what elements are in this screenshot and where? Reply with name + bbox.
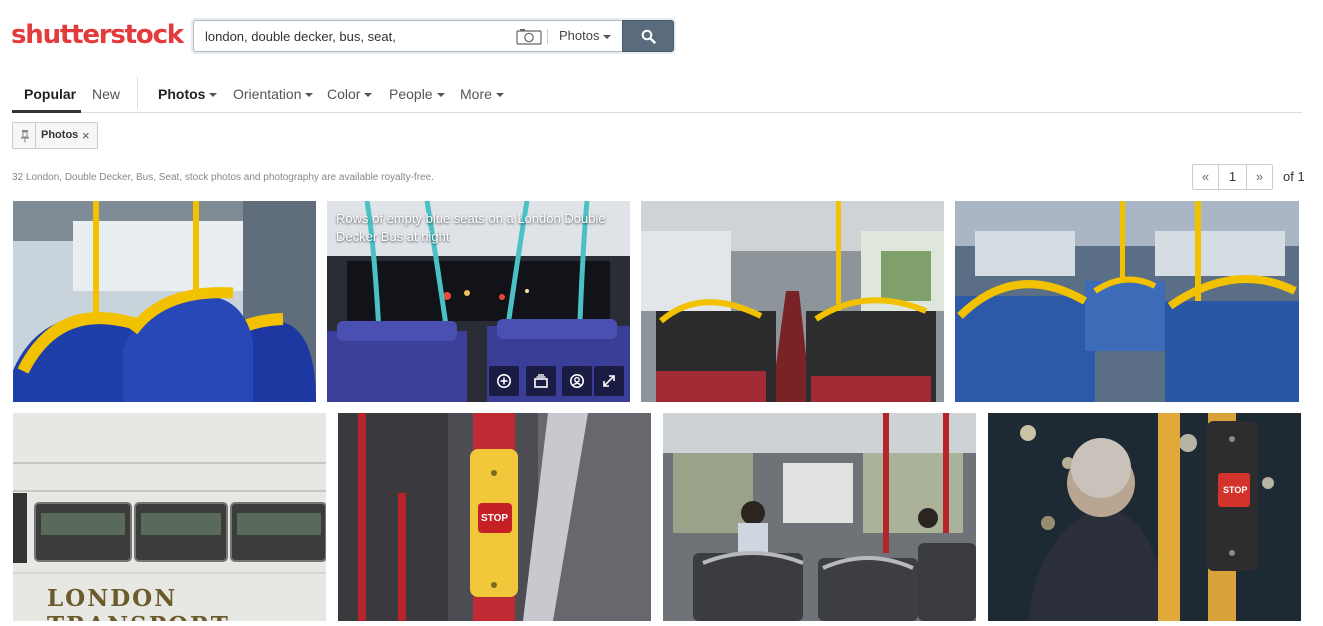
filter-color-label: Color (327, 86, 361, 102)
image-result[interactable]: STOP (338, 413, 651, 621)
image-result[interactable]: STOP (988, 413, 1301, 621)
chip-separator (35, 123, 36, 148)
similar-images-icon (570, 374, 584, 388)
image-actions (489, 366, 624, 396)
tab-new[interactable]: New (92, 86, 120, 102)
filter-more-label: More (460, 86, 492, 102)
image-result[interactable] (955, 201, 1299, 402)
passenger-stop-button-image (988, 413, 1301, 621)
stop-label: STOP (481, 513, 509, 524)
filter-divider (137, 77, 138, 109)
expand-icon (603, 375, 615, 387)
image-result[interactable]: Rows of empty blue seats on a London Dou… (327, 201, 630, 402)
zoom-in-icon (497, 374, 511, 388)
bus-seats-image (13, 201, 316, 402)
filter-more[interactable]: More (460, 86, 504, 102)
zoom-button[interactable] (489, 366, 519, 396)
page-number-input[interactable]: 1 (1218, 164, 1247, 190)
filter-people[interactable]: People (389, 86, 445, 102)
bus-interior-passengers-image (663, 413, 976, 621)
search-button[interactable] (622, 20, 674, 52)
tab-popular[interactable]: Popular (24, 86, 76, 102)
prev-page-button[interactable]: « (1192, 164, 1219, 190)
shutterstock-logo[interactable]: shutterstock (11, 20, 184, 50)
filter-orientation[interactable]: Orientation (233, 86, 314, 102)
patterned-bus-seats-image (955, 201, 1299, 402)
filter-orientation-label: Orientation (233, 86, 302, 102)
image-result[interactable] (641, 201, 944, 402)
stop-label: STOP (1223, 485, 1248, 495)
chip-label: Photos (41, 129, 79, 141)
chevron-down-icon (603, 34, 612, 39)
chevron-down-icon (436, 93, 445, 98)
london-transport-lettering: LONDON TRANSPORT (47, 585, 228, 621)
image-result[interactable] (13, 201, 316, 402)
chevron-down-icon (305, 93, 314, 98)
filter-bar: Popular New Photos Orientation Color Peo… (12, 75, 1302, 113)
bus-aisle-image (641, 201, 944, 402)
image-result[interactable] (663, 413, 976, 621)
page-total: of 1 (1283, 169, 1305, 184)
image-caption: Rows of empty blue seats on a London Dou… (336, 211, 606, 244)
collection-icon (534, 374, 548, 388)
image-type-select[interactable]: Photos (559, 28, 612, 43)
filter-photos[interactable]: Photos (158, 86, 218, 102)
result-count: 32 London, Double Decker, Bus, Seat, sto… (12, 172, 434, 183)
filter-photos-label: Photos (158, 86, 206, 102)
search-bar: Photos (193, 20, 674, 52)
filter-people-label: People (389, 86, 433, 102)
search-input[interactable] (194, 21, 514, 51)
filter-color[interactable]: Color (327, 86, 373, 102)
pin-icon[interactable] (18, 129, 32, 143)
active-filter-chip: Photos × (12, 122, 98, 149)
chevron-down-icon (495, 93, 504, 98)
search-icon (641, 29, 656, 44)
chevron-down-icon (364, 93, 373, 98)
active-tab-indicator (12, 110, 81, 113)
expand-button[interactable] (594, 366, 624, 396)
image-type-label: Photos (559, 28, 600, 43)
close-icon[interactable]: × (82, 128, 90, 143)
chevron-down-icon (209, 93, 218, 98)
collection-button[interactable] (526, 366, 556, 396)
image-result[interactable]: LONDON TRANSPORT (13, 413, 326, 621)
similar-button[interactable] (562, 366, 592, 396)
next-page-button[interactable]: » (1246, 164, 1273, 190)
camera-icon[interactable] (516, 28, 542, 45)
search-separator (547, 29, 548, 44)
